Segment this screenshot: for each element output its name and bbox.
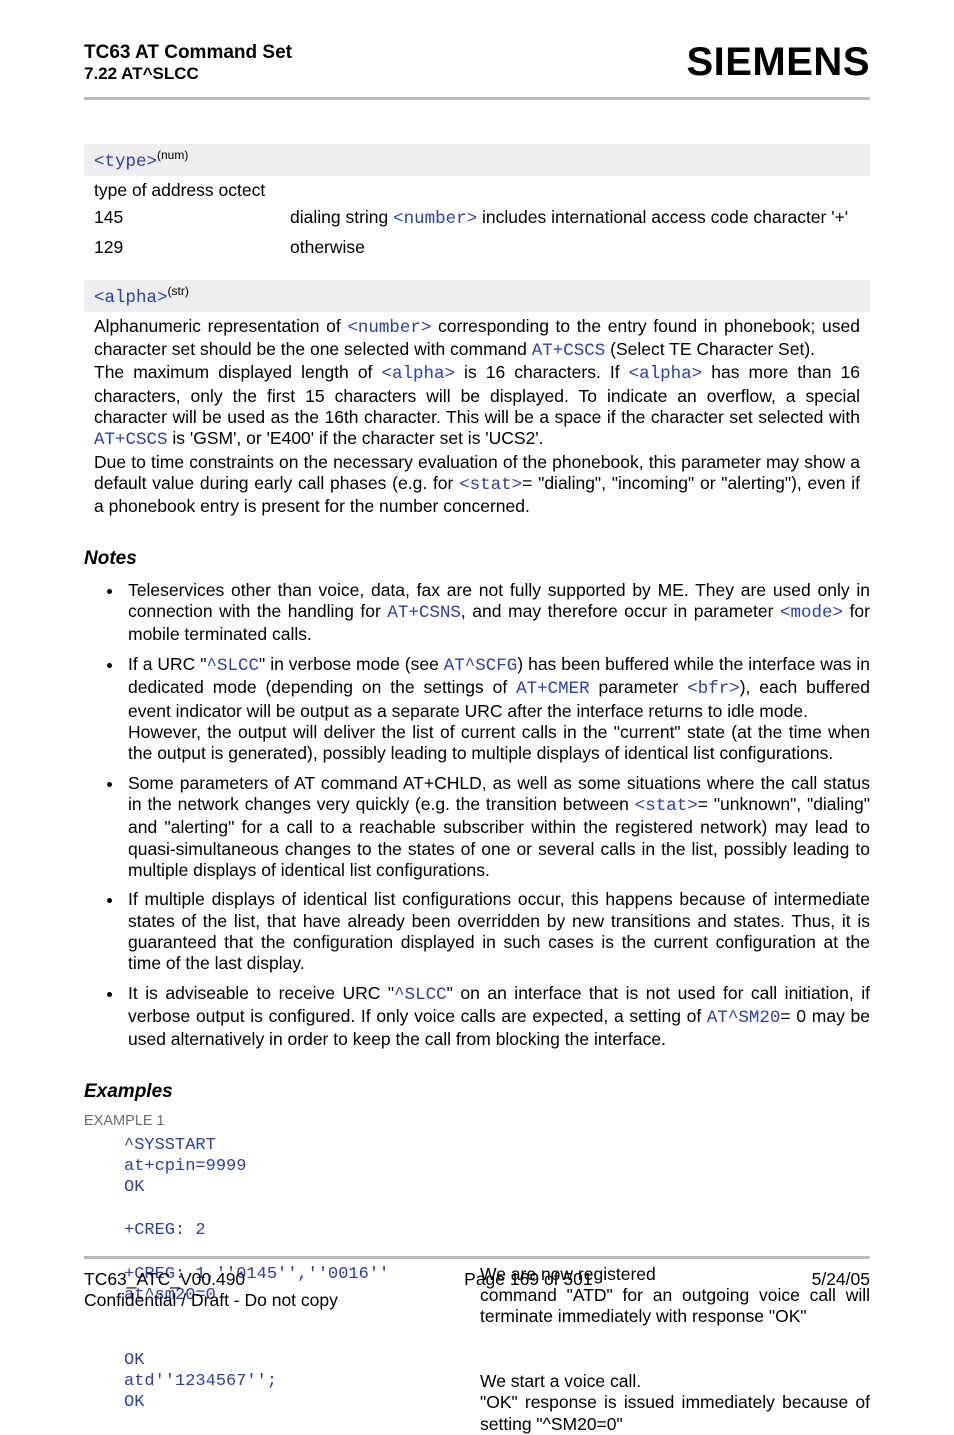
type-val-129: otherwise: [290, 237, 860, 258]
ex-r8: We start a voice call.: [480, 1371, 870, 1392]
param-alpha-body: Alphanumeric representation of <number> …: [84, 312, 870, 518]
param-type-header: <type>(num): [84, 144, 870, 176]
type-row-145: 145 dialing string <number> includes int…: [94, 207, 860, 230]
footer-right: 5/24/05: [812, 1269, 870, 1290]
type-desc: type of address octect: [94, 180, 860, 201]
ex-l7: OK: [124, 1350, 480, 1371]
type-sup: (num): [157, 148, 188, 162]
note-4: If multiple displays of identical list c…: [124, 889, 870, 974]
example-1-label: EXAMPLE 1: [84, 1113, 870, 1129]
footer-center: Page 169 of 501: [464, 1269, 592, 1290]
doc-title: TC63 AT Command Set: [84, 42, 292, 64]
note-2: If a URC "^SLCC" in verbose mode (see AT…: [124, 654, 870, 765]
ex-l1: ^SYSSTART: [124, 1135, 480, 1156]
note-1: Teleservices other than voice, data, fax…: [124, 580, 870, 646]
footer-row1: TC63_ATC_V00.490 Page 169 of 501 5/24/05: [84, 1269, 870, 1290]
type-tag: <type>: [94, 152, 157, 172]
alpha-sup: (str): [168, 284, 189, 298]
notes-list: Teleservices other than voice, data, fax…: [84, 580, 870, 1051]
ex-r9: "OK" response is issued immediately beca…: [480, 1392, 870, 1435]
alpha-p3: Due to time constraints on the necessary…: [94, 452, 860, 518]
param-alpha-header: <alpha>(str): [84, 280, 870, 312]
brand-logo: SIEMENS: [686, 40, 870, 85]
alpha-p1: Alphanumeric representation of <number> …: [94, 316, 860, 363]
examples-title: Examples: [84, 1081, 870, 1103]
footer-left2: Confidential / Draft - Do not copy: [84, 1290, 870, 1311]
notes-title: Notes: [84, 548, 870, 570]
ex-l4: +CREG: 2: [124, 1220, 480, 1241]
header-left: TC63 AT Command Set 7.22 AT^SLCC: [84, 42, 292, 84]
type-val-145: dialing string <number> includes interna…: [290, 207, 860, 230]
ex-l2: at+cpin=9999: [124, 1156, 480, 1177]
note-3: Some parameters of AT command AT+CHLD, a…: [124, 773, 870, 882]
page-footer: TC63_ATC_V00.490 Page 169 of 501 5/24/05…: [84, 1252, 870, 1311]
param-type-body: type of address octect 145 dialing strin…: [84, 176, 870, 258]
ex-l8: atd''1234567'';: [124, 1371, 480, 1392]
type-key-145: 145: [94, 207, 290, 230]
alpha-tag: <alpha>: [94, 288, 168, 308]
ex-l3: OK: [124, 1177, 480, 1198]
ex-l9: OK: [124, 1392, 480, 1435]
footer-left: TC63_ATC_V00.490: [84, 1269, 245, 1290]
footer-divider: [84, 1256, 870, 1259]
type-row-129: 129 otherwise: [94, 237, 860, 258]
type-key-129: 129: [94, 237, 290, 258]
header-divider: [84, 97, 870, 100]
alpha-p2: The maximum displayed length of <alpha> …: [94, 362, 860, 451]
doc-section: 7.22 AT^SLCC: [84, 64, 292, 84]
page-header: TC63 AT Command Set 7.22 AT^SLCC SIEMENS: [84, 0, 870, 93]
note-5: It is adviseable to receive URC "^SLCC" …: [124, 983, 870, 1051]
